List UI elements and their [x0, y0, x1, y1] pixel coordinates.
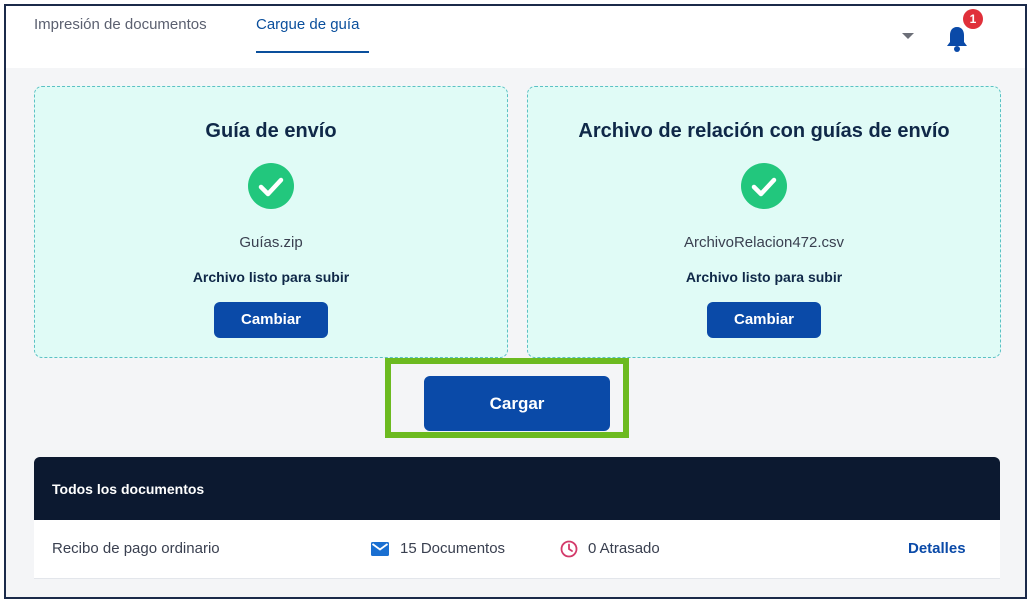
file-name: ArchivoRelacion472.csv [683, 234, 845, 251]
file-status: Archivo listo para subir [685, 269, 843, 285]
upload-button[interactable]: Cargar [424, 376, 610, 431]
tab-cargue-guia[interactable]: Cargue de guía [256, 16, 359, 33]
table-title: Todos los documentos [52, 481, 205, 497]
documents-table-header: Todos los documentos [34, 457, 1000, 520]
upload-card-guia: Guía de envío Guías.zip Archivo listo pa… [34, 86, 508, 358]
chevron-down-icon[interactable] [902, 33, 914, 39]
mail-icon [371, 542, 389, 556]
app-window: Impresión de documentos Cargue de guía 1… [4, 4, 1027, 599]
file-status: Archivo listo para subir [192, 269, 350, 285]
check-circle-icon [248, 163, 294, 209]
active-tab-indicator [256, 51, 369, 53]
notification-badge: 1 [963, 9, 983, 29]
table-row: Recibo de pago ordinario 15 Documentos 0… [34, 520, 1000, 579]
card-title: Guía de envío [205, 120, 337, 142]
upload-card-relacion: Archivo de relación con guías de envío A… [527, 86, 1001, 358]
documents-count: 15 Documentos [400, 540, 506, 557]
check-circle-icon [741, 163, 787, 209]
tab-impresion-documentos[interactable]: Impresión de documentos [34, 16, 207, 33]
card-title: Archivo de relación con guías de envío [578, 120, 950, 142]
change-file-button[interactable]: Cambiar [214, 302, 328, 338]
document-name: Recibo de pago ordinario [52, 540, 220, 557]
late-count: 0 Atrasado [588, 540, 660, 557]
bell-icon[interactable] [946, 24, 968, 52]
change-file-button[interactable]: Cambiar [707, 302, 821, 338]
top-bar: Impresión de documentos Cargue de guía 1 [6, 6, 1025, 68]
clock-icon [560, 540, 578, 558]
file-name: Guías.zip [239, 234, 303, 251]
details-link[interactable]: Detalles [908, 540, 966, 557]
